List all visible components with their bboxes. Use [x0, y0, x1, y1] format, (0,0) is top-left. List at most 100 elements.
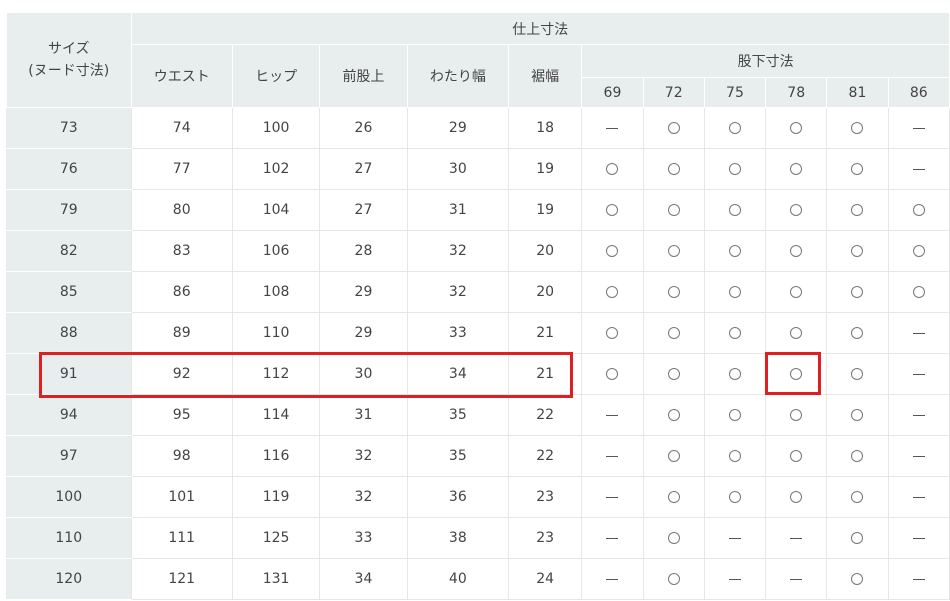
hip-cell: 108: [231, 271, 321, 313]
size-chart: サイズ (ヌード寸法) 仕上寸法 ウエスト ヒップ 前股上 わたり幅 裾幅 股下…: [6, 12, 950, 600]
available-circle-icon: [851, 491, 864, 503]
table-row: 97 98 116 32 35 22: [6, 435, 950, 477]
available-circle-icon: [851, 163, 864, 175]
inseam-cell-86: [887, 189, 950, 231]
inseam-cell-72: [642, 476, 705, 518]
inseam-cell-69: [581, 148, 644, 190]
inseam-cell-72: [642, 230, 705, 272]
size-cell: 91: [6, 353, 132, 395]
size-cell: 110: [6, 517, 132, 559]
inseam-cell-69: [581, 107, 644, 149]
inseam-cell-81: [826, 148, 889, 190]
available-circle-icon: [851, 122, 864, 134]
waist-cell: 95: [130, 394, 233, 436]
size-cell: 120: [6, 558, 132, 600]
inseam-cell-86: [887, 271, 950, 313]
inseam-cell-86: [887, 435, 950, 477]
finish-dimensions-header: 仕上寸法: [130, 12, 950, 45]
available-circle-icon: [728, 286, 741, 298]
thigh-cell: 38: [406, 517, 510, 559]
unavailable-dash-icon: [912, 578, 925, 580]
unavailable-dash-icon: [606, 578, 619, 580]
size-cell: 97: [6, 435, 132, 477]
available-circle-icon: [851, 532, 864, 544]
inseam-cell-75: [703, 230, 767, 272]
inseam-cell-81: [826, 107, 889, 149]
inseam-cell-78: [765, 230, 828, 272]
thigh-cell: 33: [406, 312, 510, 354]
size-cell: 100: [6, 476, 132, 518]
unavailable-dash-icon: [912, 455, 925, 457]
available-circle-icon: [790, 327, 803, 339]
table-row: 73 74 100 26 29 18: [6, 107, 950, 149]
waist-cell: 101: [130, 476, 233, 518]
inseam-cell-69: [581, 394, 644, 436]
table-row: 100 101 119 32 36 23: [6, 476, 950, 518]
available-circle-icon: [667, 245, 680, 257]
waist-cell: 89: [130, 312, 233, 354]
inseam-header-69: 69: [581, 77, 644, 108]
available-circle-icon: [728, 368, 741, 380]
inseam-cell-86: [887, 107, 950, 149]
inseam-cell-72: [642, 435, 705, 477]
unavailable-dash-icon: [606, 496, 619, 498]
unavailable-dash-icon: [606, 127, 619, 129]
inseam-cell-69: [581, 189, 644, 231]
inseam-cell-75: [703, 435, 767, 477]
front-rise-cell: 31: [319, 394, 408, 436]
inseam-cell-69: [581, 353, 644, 395]
waist-header: ウエスト: [130, 44, 233, 108]
inseam-cell-78: [765, 476, 828, 518]
hem-cell: 19: [508, 148, 583, 190]
unavailable-dash-icon: [790, 537, 803, 539]
hem-cell: 23: [508, 517, 583, 559]
thigh-cell: 32: [406, 271, 510, 313]
unavailable-dash-icon: [912, 168, 925, 170]
waist-cell: 98: [130, 435, 233, 477]
unavailable-dash-icon: [912, 332, 925, 334]
front-rise-cell: 29: [319, 271, 408, 313]
front-rise-cell: 27: [319, 148, 408, 190]
inseam-cell-86: [887, 476, 950, 518]
inseam-cell-75: [703, 394, 767, 436]
waist-cell: 86: [130, 271, 233, 313]
inseam-cell-72: [642, 148, 705, 190]
thigh-cell: 34: [406, 353, 510, 395]
available-circle-icon: [790, 122, 803, 134]
available-circle-icon: [790, 204, 803, 216]
hem-cell: 21: [508, 312, 583, 354]
inseam-cell-86: [887, 312, 950, 354]
hip-cell: 112: [231, 353, 321, 395]
inseam-cell-81: [826, 476, 889, 518]
hem-cell: 19: [508, 189, 583, 231]
available-circle-icon: [790, 245, 803, 257]
waist-cell: 111: [130, 517, 233, 559]
inseam-header: 股下寸法: [581, 44, 950, 78]
available-circle-icon: [790, 409, 803, 421]
inseam-cell-72: [642, 394, 705, 436]
hem-cell: 22: [508, 394, 583, 436]
inseam-cell-81: [826, 435, 889, 477]
available-circle-icon: [790, 368, 803, 380]
inseam-cell-69: [581, 558, 644, 600]
available-circle-icon: [851, 450, 864, 462]
inseam-cell-72: [642, 517, 705, 559]
available-circle-icon: [667, 409, 680, 421]
available-circle-icon: [667, 327, 680, 339]
unavailable-dash-icon: [912, 496, 925, 498]
inseam-cell-72: [642, 271, 705, 313]
inseam-cell-78: [765, 271, 828, 313]
inseam-cell-69: [581, 230, 644, 272]
inseam-cell-78: [765, 353, 828, 395]
size-cell: 88: [6, 312, 132, 354]
size-cell: 76: [6, 148, 132, 190]
size-header-sublabel: (ヌード寸法): [28, 63, 110, 79]
inseam-cell-78: [765, 558, 828, 600]
available-circle-icon: [728, 204, 741, 216]
waist-cell: 74: [130, 107, 233, 149]
table-row: 82 83 106 28 32 20: [6, 230, 950, 272]
front-rise-cell: 32: [319, 435, 408, 477]
available-circle-icon: [790, 163, 803, 175]
hem-width-header: 裾幅: [508, 44, 583, 108]
thigh-cell: 32: [406, 230, 510, 272]
